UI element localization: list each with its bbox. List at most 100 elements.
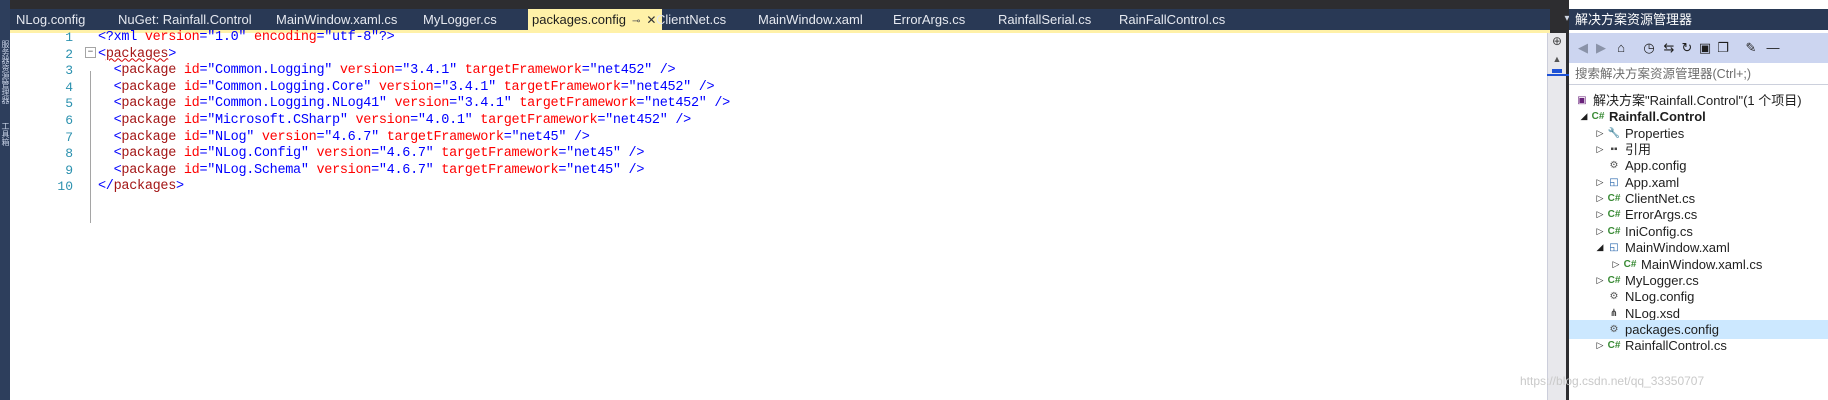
pin-icon[interactable]: ⊸ (632, 11, 640, 32)
tab-mainwindow-xaml[interactable]: MainWindow.xaml (758, 9, 863, 30)
code-token: package (121, 63, 184, 79)
refresh-icon[interactable]: ↻ (1679, 40, 1695, 56)
left-tool-strip: 服务器资源管理器 工具箱 (0, 0, 10, 400)
code-token: id (183, 63, 200, 79)
code-token: < (98, 146, 122, 162)
code-token: ="4.6.7" (371, 162, 442, 178)
solution-search-input[interactable]: 搜索解决方案资源管理器(Ctrl+;) (1569, 63, 1828, 85)
code-token: ="3.4.1" (394, 63, 465, 79)
editor-vertical-scrollbar[interactable]: ⊕ ▲ (1547, 33, 1566, 400)
tab-label: NuGet: Rainfall.Control (118, 12, 252, 27)
tab-label: RainFallControl.cs (1119, 12, 1226, 27)
code-token: /> (628, 146, 645, 162)
properties-icon[interactable]: ✎ (1743, 40, 1759, 56)
code-token: ="net452" (597, 113, 676, 128)
tab-label: NLog.config (16, 12, 86, 27)
tab-clientnet-cs[interactable]: ClientNet.cs (656, 9, 726, 30)
tab-label: RainfallSerial.cs (998, 12, 1092, 27)
code-token: version (378, 79, 434, 95)
tab-nuget-rainfall-control[interactable]: NuGet: Rainfall.Control (118, 9, 252, 30)
code-token: ="3.4.1" (433, 79, 504, 95)
code-token: ="NLog.Config" (199, 146, 317, 162)
history-icon[interactable]: ◷ (1641, 40, 1657, 56)
code-token: id (183, 113, 200, 128)
code-token: id (183, 146, 200, 162)
tree-item[interactable]: ▷ C# RainfallControl.cs (1569, 336, 1828, 355)
code-token: version (339, 63, 395, 79)
code-token: ="net45" (558, 162, 629, 178)
code-token: ="Common.Logging.NLog41" (199, 96, 395, 112)
code-token: ="1.0" (199, 30, 255, 45)
tab-nlog-config[interactable]: NLog.config (16, 9, 85, 30)
preview-icon[interactable]: — (1765, 40, 1781, 56)
solution-explorer-title: 解决方案资源管理器 (1569, 9, 1828, 30)
code-token: id (183, 162, 200, 178)
code-token: ="Common.Logging" (199, 63, 340, 79)
code-token: /> (675, 113, 691, 128)
fold-guide (90, 71, 91, 223)
code-editor[interactable]: 1 2 3 4 5 6 7 8 9 10 − <?xml version="1.0" encodi… (10, 30, 1557, 400)
tab-packages-config[interactable]: packages.config ⊸ ✕ (528, 9, 663, 32)
code-token: /> (628, 162, 645, 178)
scroll-thumb[interactable] (1552, 69, 1562, 73)
split-icon[interactable]: ⊕ (1548, 33, 1566, 49)
code-token: version (144, 30, 200, 45)
back-icon[interactable]: ◀ (1575, 40, 1591, 56)
sync-icon[interactable]: ⇆ (1661, 40, 1677, 56)
code-token: package (121, 113, 184, 128)
home-icon[interactable]: ⌂ (1613, 40, 1629, 56)
collapse-all-icon[interactable]: ▣ (1697, 40, 1713, 56)
server-explorer-tab[interactable]: 服务器资源管理器 (0, 40, 10, 120)
code-token: packages (105, 46, 169, 62)
tab-label: MainWindow.xaml.cs (276, 12, 398, 27)
collapsed-arrow-icon[interactable]: ▷ (1595, 336, 1605, 355)
code-token: ="net45" (558, 146, 629, 162)
tab-mainwindow-xaml-cs[interactable]: MainWindow.xaml.cs (276, 9, 397, 30)
code-token: > (176, 179, 184, 195)
code-token: version (261, 129, 317, 145)
code-token: ="net452" (581, 63, 660, 79)
code-token: /> (714, 96, 730, 112)
tab-label: packages.config (532, 12, 626, 27)
code-token: ?> (378, 30, 395, 45)
toolbox-tab[interactable]: 工具箱 (0, 122, 10, 162)
code-token: ="Microsoft.CSharp" (199, 113, 356, 128)
line-number-gutter: 1 2 3 4 5 6 7 8 9 10 (10, 30, 80, 400)
tab-mylogger-cs[interactable]: MyLogger.cs (423, 9, 497, 30)
code-token: targetFramework (386, 129, 504, 145)
code-token: /> (573, 129, 590, 145)
code-token: targetFramework (503, 79, 621, 95)
code-token: ="NLog.Schema" (199, 162, 317, 178)
code-token: ="utf-8" (316, 30, 379, 45)
forward-icon[interactable]: ▶ (1593, 40, 1609, 56)
line-number: 10 (57, 179, 73, 195)
code-token: version (355, 113, 411, 128)
code-token: < (98, 129, 122, 145)
tab-label: ErrorArgs.cs (893, 12, 966, 27)
code-token: packages (113, 179, 177, 195)
code-token: id (183, 79, 200, 95)
code-token: version (316, 146, 372, 162)
code-token: version (394, 96, 450, 112)
scroll-up-icon[interactable]: ▲ (1548, 51, 1566, 67)
collapse-icon[interactable]: − (85, 47, 96, 58)
code-token: id (183, 96, 200, 112)
code-token: id (183, 129, 200, 145)
code-token: <?xml (98, 30, 145, 45)
scroll-position-marker (1547, 74, 1569, 76)
tab-errorargs-cs[interactable]: ErrorArgs.cs (893, 9, 965, 30)
solution-explorer: 解决方案资源管理器 ◀ ▶ ⌂ ◷ ⇆ ↻ ▣ ❐ ✎ — 搜索解决方案资源管理器(Ctrl+;)… (1569, 0, 1828, 400)
code-token: ="NLog" (199, 129, 262, 145)
document-tab-strip: NLog.config NuGet: Rainfall.Control Main… (10, 9, 1550, 30)
tab-rainfallcontrol-cs[interactable]: RainFallControl.cs (1119, 9, 1225, 30)
code-token: ="4.6.7" (316, 129, 387, 145)
code-token: ="3.4.1" (449, 96, 520, 112)
code-line[interactable]: </packages> (98, 177, 184, 196)
code-token: /> (659, 63, 676, 79)
tab-rainfallserial-cs[interactable]: RainfallSerial.cs (998, 9, 1091, 30)
code-token: /> (698, 79, 715, 95)
code-token: ="net45" (503, 129, 574, 145)
csharp-file-icon: C# (1607, 340, 1621, 352)
close-icon[interactable]: ✕ (646, 10, 656, 31)
show-all-files-icon[interactable]: ❐ (1715, 40, 1731, 56)
